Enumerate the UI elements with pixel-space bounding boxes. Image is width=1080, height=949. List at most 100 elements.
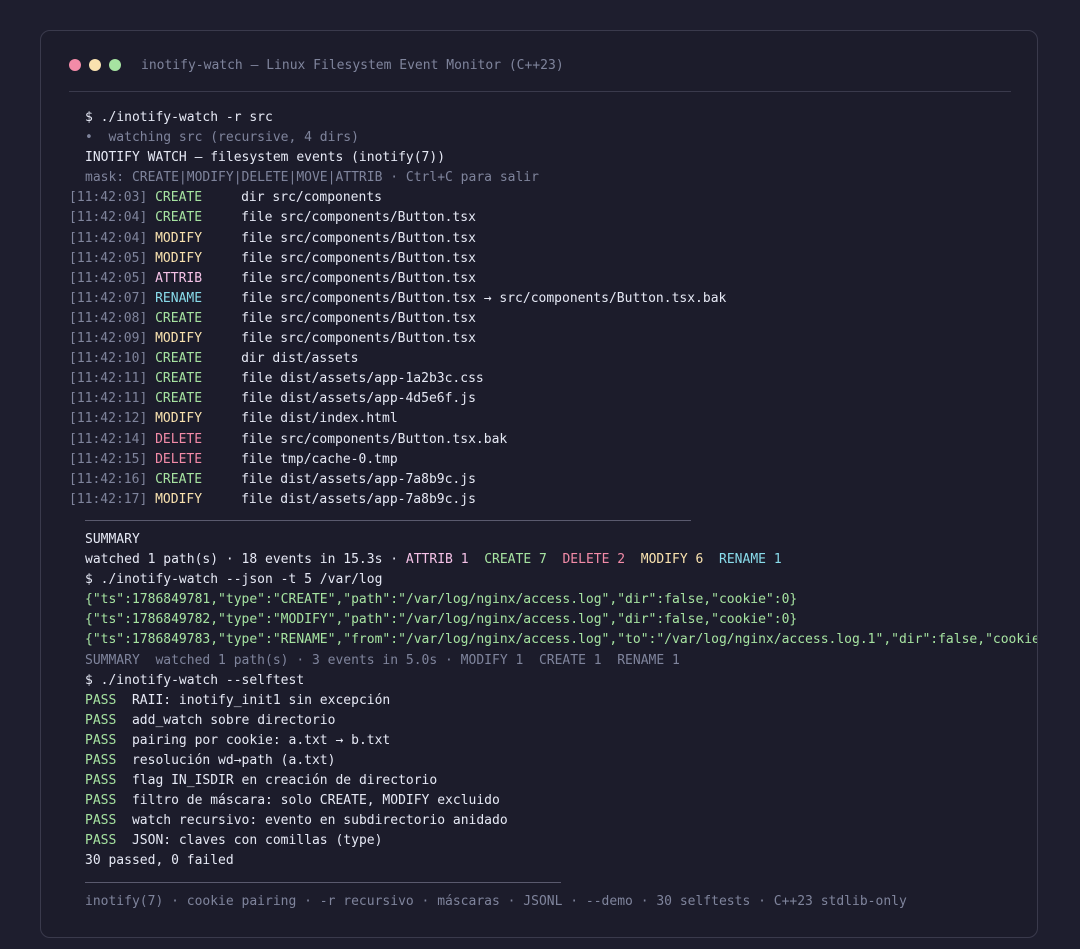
- selftest-row: PASS add_watch sobre directorio: [69, 711, 1037, 731]
- event-row: [11:42:12] MODIFY file dist/index.html: [69, 409, 1037, 429]
- selftest-row: PASS RAII: inotify_init1 sin excepción: [69, 691, 1037, 711]
- event-timestamp: [11:42:04]: [69, 230, 148, 246]
- event-row: [11:42:03] CREATE dir src/components: [69, 188, 1037, 208]
- selftest-row: PASS JSON: claves con comillas (type): [69, 831, 1037, 851]
- event-path: file dist/index.html: [241, 411, 398, 427]
- event-type: RENAME: [155, 290, 203, 306]
- footer-text: inotify(7) · cookie pairing · -r recursi…: [85, 893, 907, 909]
- event-list: [11:42:03] CREATE dir src/components [11:4…: [69, 188, 1037, 510]
- selftest-name: add_watch sobre directorio: [131, 712, 336, 728]
- event-row: [11:42:16] CREATE file dist/assets/app-7a…: [69, 470, 1037, 490]
- event-row: [11:42:15] DELETE file tmp/cache-0.tmp: [69, 450, 1037, 470]
- event-type: CREATE: [155, 391, 203, 407]
- json-line: {"ts":1786849781,"type":"CREATE","path":…: [85, 592, 798, 608]
- summary-prefix: watched 1 path(s) · 18 events in 15.3s ·: [85, 552, 406, 568]
- event-timestamp: [11:42:05]: [69, 250, 148, 266]
- event-path: file src/components/Button.tsx: [241, 270, 476, 286]
- selftest-row: PASS pairing por cookie: a.txt → b.txt: [69, 731, 1037, 751]
- event-path: file dist/assets/app-1a2b3c.css: [241, 371, 484, 387]
- pass-badge: PASS: [85, 692, 117, 708]
- footer-divider: [69, 872, 1037, 892]
- json-output: {"ts":1786849781,"type":"CREATE","path":…: [69, 590, 1038, 650]
- json-line: {"ts":1786849782,"type":"MODIFY","path":…: [85, 612, 798, 628]
- event-timestamp: [11:42:11]: [69, 391, 148, 407]
- json-line: {"ts":1786849783,"type":"RENAME","from":…: [85, 632, 1038, 648]
- pass-badge: PASS: [85, 773, 117, 789]
- window-title: inotify-watch — Linux Filesystem Event M…: [141, 57, 564, 73]
- event-type: MODIFY: [155, 250, 203, 266]
- event-row: [11:42:11] CREATE file dist/assets/app-4d…: [69, 389, 1037, 409]
- event-timestamp: [11:42:10]: [69, 351, 148, 367]
- summary-count-rename: RENAME 1: [719, 552, 782, 568]
- event-row: [11:42:10] CREATE dir dist/assets: [69, 349, 1037, 369]
- event-timestamp: [11:42:03]: [69, 190, 148, 206]
- event-path: file src/components/Button.tsx: [241, 310, 476, 326]
- event-timestamp: [11:42:17]: [69, 491, 148, 507]
- event-type: CREATE: [155, 351, 203, 367]
- watch-header: INOTIFY WATCH — filesystem events (inoti…: [85, 150, 446, 166]
- event-row: [11:42:17] MODIFY file dist/assets/app-7a…: [69, 490, 1037, 510]
- title-divider: [69, 91, 1011, 92]
- summary-count-attrib: ATTRIB 1: [405, 552, 469, 568]
- terminal-output[interactable]: $ ./inotify-watch -r src • watching src …: [69, 108, 1038, 912]
- event-path: file src/components/Button.tsx: [241, 210, 476, 226]
- event-row: [11:42:09] MODIFY file src/components/But…: [69, 329, 1037, 349]
- event-type: MODIFY: [155, 411, 203, 427]
- json-summary: SUMMARY watched 1 path(s) · 3 events in …: [85, 652, 680, 668]
- event-path: file src/components/Button.tsx.bak: [241, 431, 508, 447]
- event-type: MODIFY: [155, 491, 203, 507]
- summary-line: watched 1 path(s) · 18 events in 15.3s ·…: [69, 550, 1037, 570]
- selftest-list: PASS RAII: inotify_init1 sin excepción PA…: [69, 691, 1037, 852]
- summary-divider: [69, 510, 1037, 530]
- selftest-name: JSON: claves con comillas (type): [131, 833, 383, 849]
- summary-count-modify: MODIFY 6: [640, 552, 704, 568]
- event-type: DELETE: [155, 431, 203, 447]
- event-path: file src/components/Button.tsx: [241, 331, 476, 347]
- selftest-name: watch recursivo: evento en subdirectorio…: [131, 813, 508, 829]
- event-row: [11:42:07] RENAME file src/components/But…: [69, 289, 1037, 309]
- pass-badge: PASS: [85, 712, 117, 728]
- selftest-name: pairing por cookie: a.txt → b.txt: [131, 732, 391, 748]
- event-timestamp: [11:42:08]: [69, 310, 148, 326]
- pass-badge: PASS: [85, 732, 117, 748]
- summary-title: SUMMARY: [85, 531, 140, 547]
- event-timestamp: [11:42:14]: [69, 431, 148, 447]
- watching-info: • watching src (recursive, 4 dirs): [85, 130, 359, 146]
- event-path: file src/components/Button.tsx: [241, 230, 476, 246]
- event-path: dir dist/assets: [241, 351, 359, 367]
- event-type: CREATE: [155, 210, 203, 226]
- event-timestamp: [11:42:09]: [69, 331, 148, 347]
- selftest-row: PASS resolución wd→path (a.txt): [69, 751, 1037, 771]
- selftest-row: PASS filtro de máscara: solo CREATE, MOD…: [69, 791, 1037, 811]
- pass-badge: PASS: [85, 793, 117, 809]
- command-prompt-json: $ ./inotify-watch --json -t 5 /var/log: [85, 572, 383, 588]
- minimize-icon[interactable]: [89, 59, 101, 71]
- selftest-name: flag IN_ISDIR en creación de directorio: [131, 773, 438, 789]
- event-timestamp: [11:42:05]: [69, 270, 148, 286]
- event-type: MODIFY: [155, 230, 203, 246]
- event-row: [11:42:08] CREATE file src/components/But…: [69, 309, 1037, 329]
- event-type: DELETE: [155, 451, 203, 467]
- event-timestamp: [11:42:16]: [69, 471, 148, 487]
- event-row: [11:42:05] ATTRIB file src/components/But…: [69, 269, 1037, 289]
- selftest-name: filtro de máscara: solo CREATE, MODIFY e…: [131, 793, 500, 809]
- event-row: [11:42:11] CREATE file dist/assets/app-1a…: [69, 369, 1037, 389]
- event-type: CREATE: [155, 310, 203, 326]
- event-path: file src/components/Button.tsx: [241, 250, 476, 266]
- event-path: file dist/assets/app-7a8b9c.js: [241, 471, 476, 487]
- selftest-name: resolución wd→path (a.txt): [131, 753, 336, 768]
- event-path: file src/components/Button.tsx → src/com…: [241, 290, 727, 306]
- pass-badge: PASS: [85, 753, 117, 768]
- event-type: MODIFY: [155, 331, 203, 347]
- event-timestamp: [11:42:12]: [69, 411, 148, 427]
- terminal-window: inotify-watch — Linux Filesystem Event M…: [40, 30, 1038, 938]
- event-timestamp: [11:42:15]: [69, 451, 148, 467]
- event-mask: mask: CREATE|MODIFY|DELETE|MOVE|ATTRIB ·…: [85, 170, 539, 186]
- close-icon[interactable]: [69, 59, 81, 71]
- event-path: file dist/assets/app-4d5e6f.js: [241, 391, 476, 407]
- event-type: CREATE: [155, 371, 203, 387]
- event-timestamp: [11:42:07]: [69, 290, 148, 306]
- selftest-row: PASS flag IN_ISDIR en creación de direct…: [69, 771, 1037, 791]
- maximize-icon[interactable]: [109, 59, 121, 71]
- command-prompt-selftest: $ ./inotify-watch --selftest: [85, 672, 305, 688]
